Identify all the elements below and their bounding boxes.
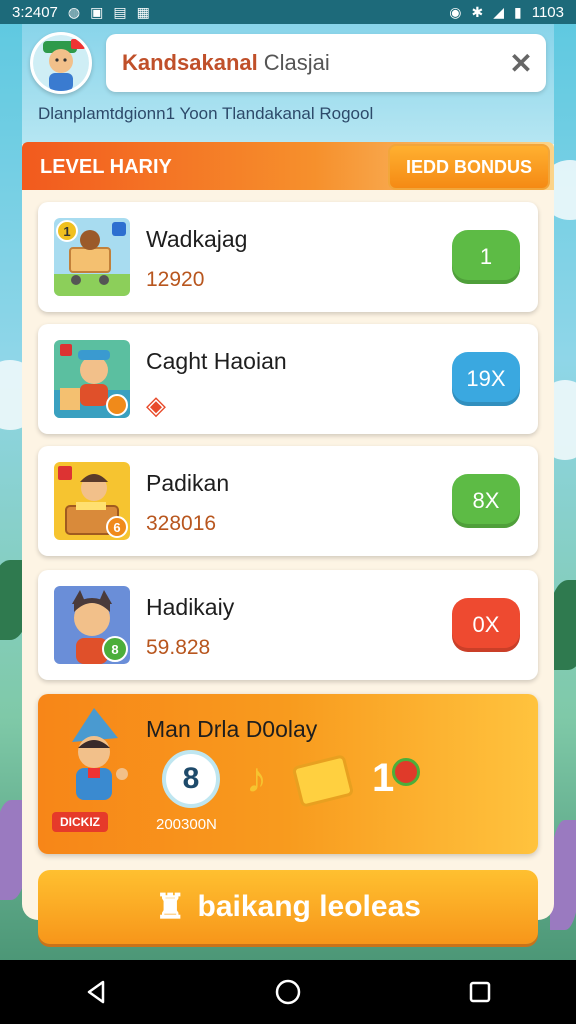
level-title: LEVEL HARIY (40, 156, 172, 178)
home-icon[interactable] (258, 967, 318, 1017)
gallery-icon: ▣ (90, 4, 104, 20)
item-value: 328016 (146, 512, 217, 535)
item-title: Padikan (146, 470, 230, 496)
castle-icon: ♜ (155, 888, 186, 926)
system-nav-bar (0, 960, 576, 1024)
list-item[interactable]: Caght Haoian ◈ 19X (38, 324, 538, 434)
item-value: 59.828 (146, 636, 211, 659)
item-badge (106, 394, 128, 416)
primary-action-button[interactable]: ♜ baikang leoleas (38, 870, 538, 944)
reward-count: 8 (162, 750, 220, 808)
reward-tag: DICKIZ (52, 812, 108, 832)
battery-icon: ▮ (514, 4, 522, 20)
app-icon: ◍ (67, 4, 81, 20)
search-box[interactable]: Kandsakanal Clasjai ✕ (106, 34, 546, 92)
status-bar: 3:2407 ◍ ▣ ▤ ▦ ◉ ✱ ◢ ▮ 1103 (0, 0, 576, 24)
basket-thumbnail: 6 (54, 462, 130, 540)
search-subtitle: Clasjai (263, 50, 330, 75)
horn-icon: ♪ (246, 754, 267, 801)
calendar-icon: ▤ (113, 4, 127, 20)
cart-thumbnail: 1 (54, 218, 130, 296)
item-badge: 1 (56, 220, 78, 242)
item-multiplier-button[interactable]: 19X (452, 352, 520, 406)
bluetooth-icon: ✱ (471, 4, 484, 20)
level-header: LEVEL HARIY IEDD BONDUS (22, 142, 554, 190)
item-value: 12920 (146, 268, 205, 291)
back-icon[interactable] (66, 967, 126, 1017)
gold-ticket-icon (291, 754, 355, 808)
wizard-character (52, 708, 136, 808)
item-title: Wadkajag (146, 226, 248, 252)
recents-icon[interactable] (450, 967, 510, 1017)
status-right: ◉ ✱ ◢ ▮ 1103 (449, 4, 564, 21)
header-subtitle: Dlanplamtdgionn1 Yoon Tlandakanal Rogool (38, 104, 374, 123)
search-title: Kandsakanal (122, 50, 258, 75)
item-badge: 8 (102, 636, 128, 662)
list-item[interactable]: 8 Hadikaiy 59.828 0X (38, 570, 538, 680)
avatar[interactable] (30, 32, 92, 94)
item-multiplier-button[interactable]: 8X (452, 474, 520, 528)
alarm-icon: ▦ (136, 4, 150, 20)
list-item[interactable]: 6 Padikan 328016 8X (38, 446, 538, 556)
character-thumbnail (54, 340, 130, 418)
item-badge: 6 (106, 516, 128, 538)
status-right-text: 1103 (531, 3, 564, 21)
bonus-button[interactable]: IEDD BONDUS (388, 144, 550, 190)
reward-banner[interactable]: DICKIZ Man Drla D0olay 8 200300N ♪ 1 (38, 694, 538, 854)
reward-title: Man Drla D0olay (146, 716, 318, 742)
reward-amount: 200300N (156, 816, 217, 833)
item-title: Caght Haoian (146, 348, 287, 374)
item-multiplier-button[interactable]: 0X (452, 598, 520, 652)
reward-extra: 1 (372, 756, 395, 800)
item-multiplier-button[interactable]: 1 (452, 230, 520, 284)
alarm-clock-icon: ◉ (449, 4, 462, 20)
reward-icon: ◈ (146, 390, 166, 420)
cat-thumbnail: 8 (54, 586, 130, 664)
gem-icon (392, 758, 420, 786)
primary-action-label: baikang leoleas (197, 890, 421, 923)
close-icon[interactable]: ✕ (506, 48, 536, 79)
signal-icon: ◢ (493, 4, 505, 20)
item-title: Hadikaiy (146, 594, 235, 620)
status-left: 3:2407 ◍ ▣ ▤ ▦ (12, 4, 150, 21)
status-time: 3:2407 (12, 3, 58, 21)
list-item[interactable]: 1 Wadkajag 12920 1 (38, 202, 538, 312)
